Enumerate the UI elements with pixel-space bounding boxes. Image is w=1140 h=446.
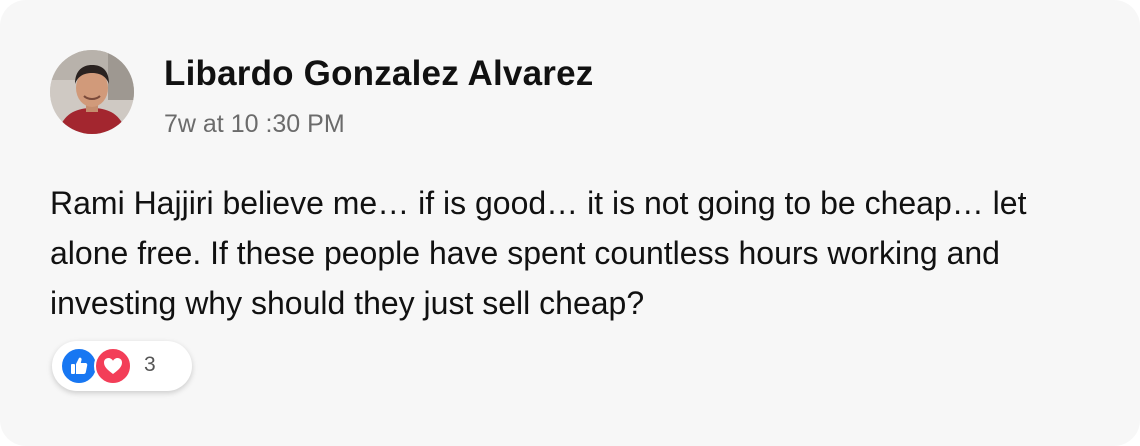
timestamp[interactable]: 7w at 10 :30 PM [164,110,345,139]
comment-card: Libardo Gonzalez Alvarez 7w at 10 :30 PM… [0,0,1140,446]
avatar-photo [50,50,134,134]
like-icon [60,347,98,385]
avatar[interactable] [50,50,134,134]
author-name[interactable]: Libardo Gonzalez Alvarez [164,54,593,94]
love-icon [94,347,132,385]
reaction-count: 3 [144,353,156,376]
comment-text: Rami Hajjiri believe me… if is good… it … [50,185,1027,321]
reactions-summary[interactable]: 3 [52,341,192,391]
